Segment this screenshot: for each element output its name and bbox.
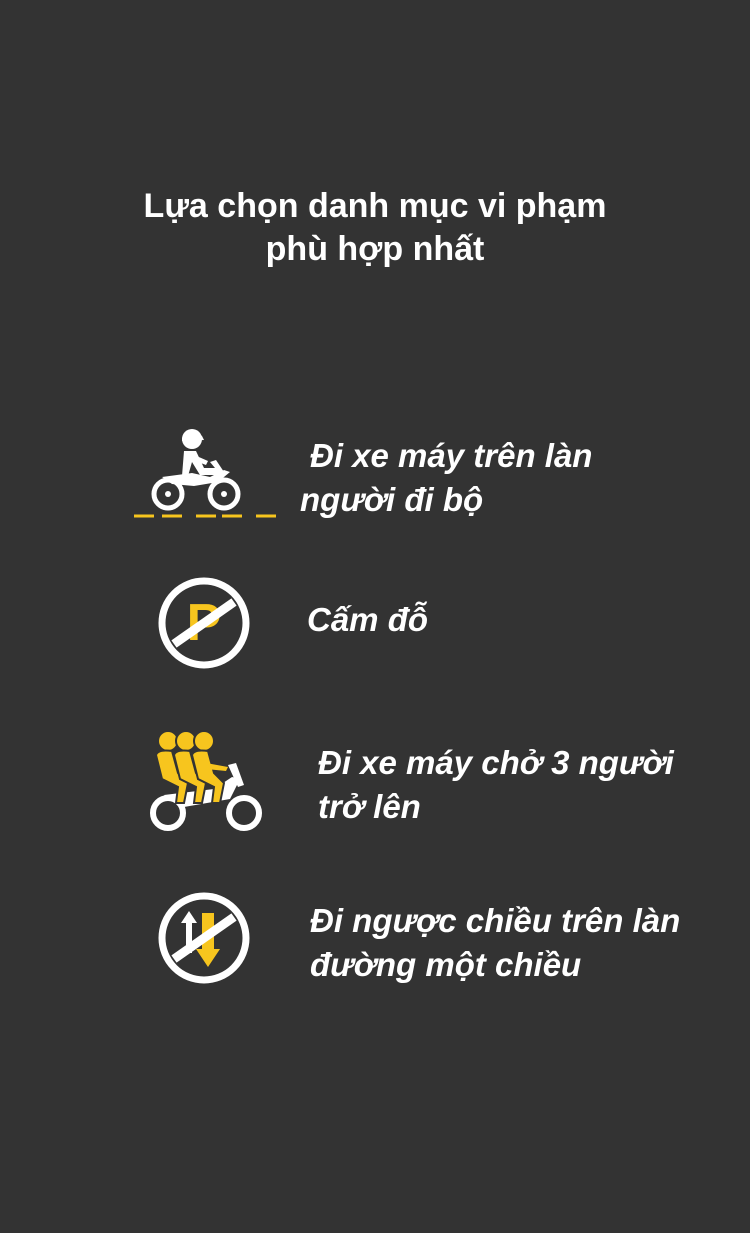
option-three-riders[interactable]: Đi xe máy chở 3 người trở lên [0, 725, 750, 840]
option-label: Đi xe máy trên làn người đi bộ [300, 434, 592, 522]
page-title: Lựa chọn danh mục vi phạm phù hợp nhất [0, 185, 750, 271]
page-title-line-1: Lựa chọn danh mục vi phạm [143, 187, 607, 225]
option-label-line-1: Đi xe máy trên làn [310, 437, 593, 474]
three-riders-motorbike-icon [150, 730, 262, 831]
option-no-wrong-way[interactable]: Đi ngược chiều trên làn đường một chiều [0, 885, 750, 995]
no-wrong-way-icon [158, 892, 250, 984]
option-label-line-1: Đi xe máy chở 3 người [318, 744, 674, 781]
option-label-line-1: Đi ngược chiều trên làn [310, 902, 681, 939]
motorbike-on-sidewalk-icon [134, 429, 276, 518]
option-label: Cấm đỗ [307, 598, 428, 642]
option-label-line-2: người đi bộ [300, 481, 484, 518]
option-motorbike-on-sidewalk[interactable]: Đi xe máy trên làn người đi bộ [0, 420, 750, 530]
option-label-line-2: đường một chiều [310, 946, 582, 983]
option-label-line-2: trở lên [318, 788, 421, 825]
option-label: Đi xe máy chở 3 người trở lên [318, 741, 674, 829]
option-no-parking[interactable]: P Cấm đỗ [0, 570, 750, 680]
option-label-line-1: Cấm đỗ [307, 601, 429, 638]
option-label: Đi ngược chiều trên làn đường một chiều [310, 899, 680, 987]
violation-category-screen: Lựa chọn danh mục vi phạm phù hợp nhất Đ… [0, 0, 750, 1233]
page-title-line-2: phù hợp nhất [265, 230, 485, 268]
no-parking-icon: P [158, 577, 250, 669]
